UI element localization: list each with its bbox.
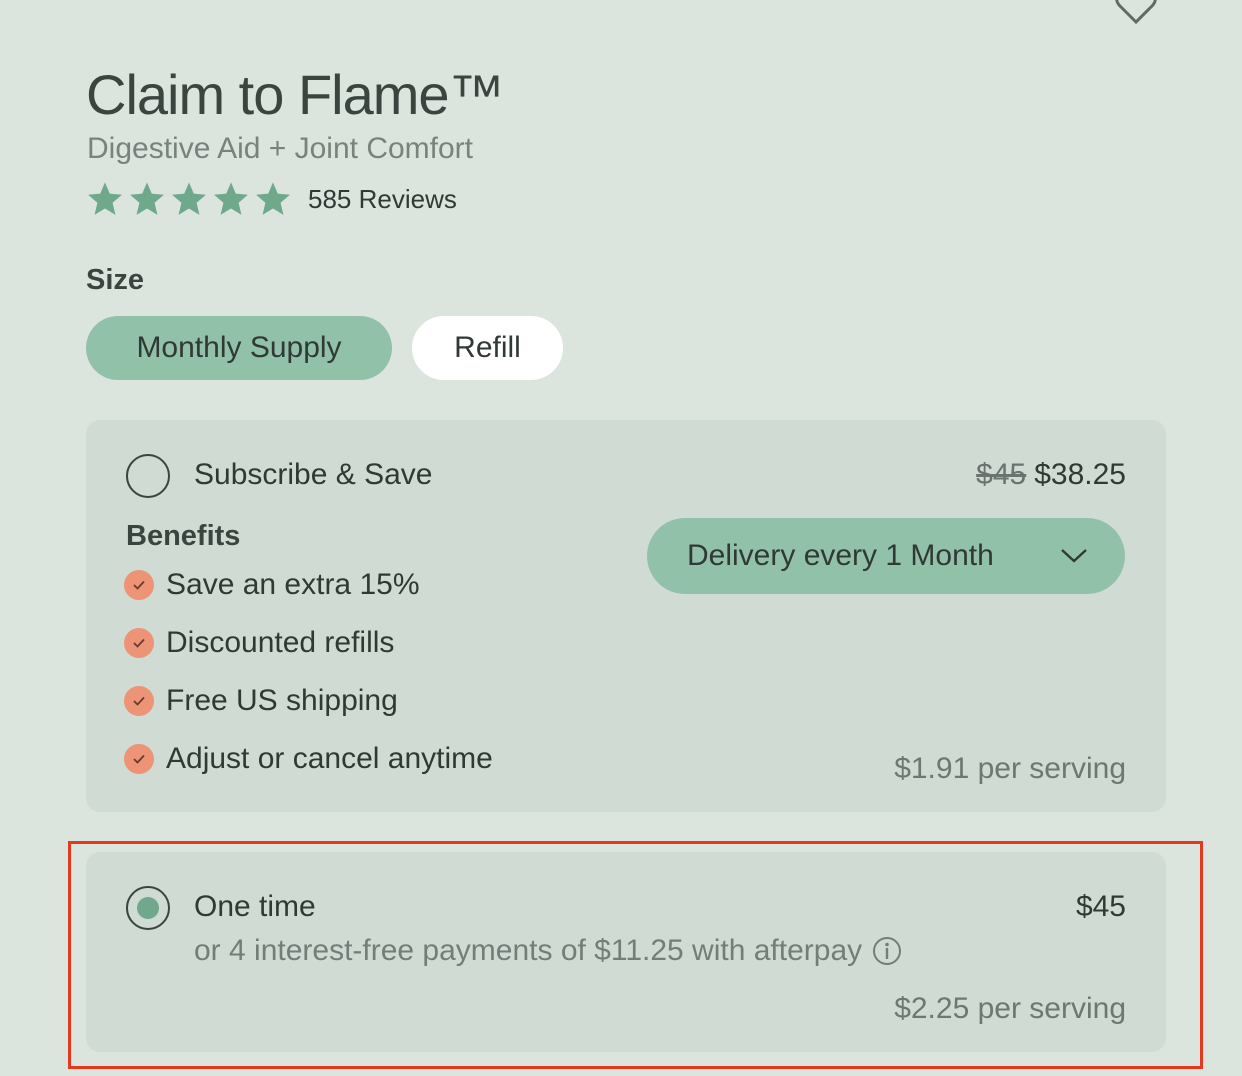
subscribe-label: Subscribe & Save <box>194 458 433 491</box>
star-icon <box>214 182 248 215</box>
benefit-item: Adjust or cancel anytime <box>124 742 493 776</box>
benefit-item: Save an extra 15% <box>124 568 420 602</box>
original-price: $45 <box>976 458 1027 491</box>
size-label: Size <box>86 264 145 296</box>
rating-row[interactable]: 585 Reviews <box>86 180 457 218</box>
size-option-refill[interactable]: Refill <box>412 316 563 380</box>
size-option-monthly-supply[interactable]: Monthly Supply <box>86 316 392 380</box>
heart-icon[interactable] <box>1114 0 1158 26</box>
benefit-item: Discounted refills <box>124 626 394 660</box>
star-icon <box>172 182 206 215</box>
benefit-label: Save an extra 15% <box>166 568 420 601</box>
star-rating <box>86 180 292 218</box>
selection-highlight-box <box>68 841 1203 1069</box>
delivery-frequency-value: Delivery every 1 Month <box>687 539 994 572</box>
reviews-link[interactable]: 585 Reviews <box>308 184 457 215</box>
subscribe-radio[interactable] <box>126 454 170 498</box>
star-icon <box>256 182 290 215</box>
chevron-down-icon <box>1061 549 1087 563</box>
check-icon <box>124 628 154 658</box>
check-icon <box>124 744 154 774</box>
check-icon <box>124 686 154 716</box>
product-subtitle: Digestive Aid + Joint Comfort <box>87 132 474 165</box>
discounted-price: $38.25 <box>1034 458 1126 491</box>
product-title: Claim to Flame™ <box>86 63 505 126</box>
benefits-title: Benefits <box>126 520 241 552</box>
star-icon <box>88 182 122 215</box>
benefit-label: Adjust or cancel anytime <box>166 742 493 775</box>
benefit-label: Free US shipping <box>166 684 398 717</box>
subscribe-per-serving: $1.91 per serving <box>894 752 1126 785</box>
check-icon <box>124 570 154 600</box>
star-icon <box>130 182 164 215</box>
delivery-frequency-select[interactable]: Delivery every 1 Month <box>647 518 1125 594</box>
subscribe-save-card[interactable]: Subscribe & Save $45 $38.25 Benefits Save… <box>86 420 1166 812</box>
benefit-item: Free US shipping <box>124 684 398 718</box>
benefit-label: Discounted refills <box>166 626 395 659</box>
subscribe-price: $45 $38.25 <box>976 458 1126 492</box>
